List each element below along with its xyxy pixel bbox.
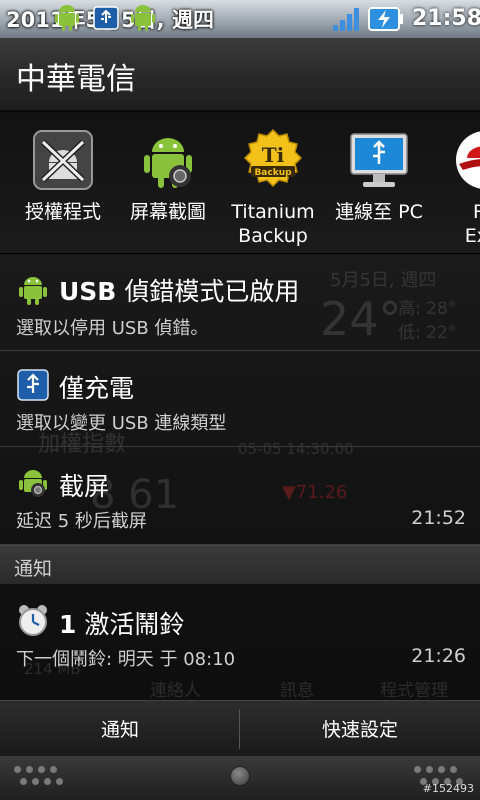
notification-usb-debugging[interactable]: USB 偵錯模式已啟用 選取以停用 USB 偵錯。 bbox=[0, 254, 480, 351]
drawer-handle[interactable] bbox=[0, 756, 480, 800]
notification-subtitle: 延迟 5 秒后截屏 bbox=[16, 511, 147, 532]
notification-time: 21:26 bbox=[411, 645, 466, 667]
app-screenshot[interactable]: 屏幕截圖 bbox=[118, 128, 218, 224]
notification-alarm[interactable]: 1 激活鬧鈴 下一個鬧鈴: 明天 于 08:10 21:26 bbox=[0, 585, 480, 685]
app-titanium-backup[interactable]: Ti Backup Titanium Backup bbox=[223, 128, 323, 248]
battery-charging-icon bbox=[368, 7, 403, 31]
titanium-backup-icon: Ti Backup bbox=[243, 128, 303, 188]
status-time: 21:58 bbox=[412, 6, 480, 31]
tab-quick-settings[interactable]: 快速設定 bbox=[240, 715, 480, 742]
app-root-explorer[interactable]: Ro Expl bbox=[435, 128, 480, 248]
notification-list[interactable]: 5月5日, 週四 24° 高: 28° 低: 22° 加權指數 05-05 14… bbox=[0, 254, 480, 700]
notification-time: 21:52 bbox=[411, 507, 466, 529]
screenshot-icon bbox=[144, 138, 192, 188]
usb-connection-icon bbox=[17, 369, 49, 401]
app-superuser[interactable]: 授權程式 bbox=[13, 128, 113, 224]
carrier-name: 中華電信 bbox=[16, 62, 136, 97]
grip-dots-left bbox=[14, 766, 66, 790]
section-header-notifications: 通知 bbox=[0, 545, 480, 585]
bottom-tab-bar: 通知 快速設定 bbox=[0, 700, 480, 756]
signal-icon bbox=[333, 8, 359, 31]
android-icon bbox=[55, 5, 79, 31]
android-debug-icon bbox=[19, 277, 47, 305]
notification-subtitle: 選取以停用 USB 偵錯。 bbox=[16, 318, 209, 339]
notification-subtitle: 選取以變更 USB 連線類型 bbox=[16, 413, 227, 434]
notification-usb-connection[interactable]: 僅充電 選取以變更 USB 連線類型 bbox=[0, 351, 480, 447]
android-icon bbox=[131, 5, 155, 31]
app-shortcut-row[interactable]: 授權程式 屏幕截圖 Ti Backup Titanium Backup 連線至 … bbox=[0, 112, 480, 254]
notification-title: 1 激活鬧鈴 bbox=[59, 610, 185, 639]
app-label-line1: Ro bbox=[435, 200, 480, 224]
app-label-line2: Expl bbox=[464, 225, 480, 247]
tab-notifications[interactable]: 通知 bbox=[0, 715, 240, 742]
app-label: 連線至 PC bbox=[335, 201, 423, 223]
alarm-clock-icon bbox=[19, 605, 47, 636]
svg-text:Backup: Backup bbox=[254, 168, 292, 178]
app-label: 屏幕截圖 bbox=[129, 201, 206, 223]
root-explorer-icon bbox=[456, 131, 480, 189]
watermark: #152493 bbox=[422, 782, 474, 795]
usb-icon bbox=[93, 6, 119, 30]
connect-pc-icon bbox=[350, 133, 408, 187]
app-label: 授權程式 bbox=[24, 201, 101, 223]
carrier-bar: 中華電信 bbox=[0, 38, 480, 112]
app-label-line1: Titanium bbox=[231, 201, 315, 223]
notification-title: 僅充電 bbox=[59, 374, 135, 403]
status-bar[interactable]: 2011年5月5日, 週四 21:58 bbox=[0, 0, 480, 38]
superuser-icon bbox=[33, 130, 93, 190]
notification-title: 截屏 bbox=[59, 472, 110, 501]
drawer-handle-knob[interactable] bbox=[230, 766, 250, 786]
notification-title: USB 偵錯模式已啟用 bbox=[59, 277, 300, 306]
notification-subtitle: 下一個鬧鈴: 明天 于 08:10 bbox=[16, 649, 236, 670]
android-screenshot-icon bbox=[19, 470, 47, 497]
app-connect-pc[interactable]: 連線至 PC bbox=[329, 128, 429, 224]
app-label-line2: Backup bbox=[238, 225, 308, 247]
svg-text:Ti: Ti bbox=[262, 143, 285, 167]
section-header-label: 通知 bbox=[14, 558, 53, 580]
notification-screenshot[interactable]: 截屏 延迟 5 秒后截屏 21:52 bbox=[0, 447, 480, 545]
